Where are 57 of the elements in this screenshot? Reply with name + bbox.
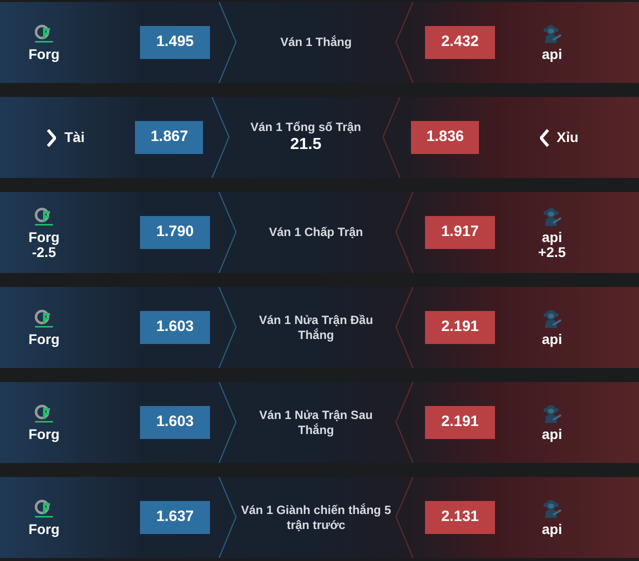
divider-chevron-icon — [394, 287, 414, 368]
market-title: Ván 1 Giành chiến thắng 5 trận trước — [240, 502, 392, 532]
monkey-icon — [542, 498, 562, 518]
team-name: Forg — [28, 330, 60, 346]
team-name: api — [542, 520, 562, 536]
market-title: Ván 1 Nửa Trận Đầu Thắng — [258, 312, 374, 342]
monkey-icon — [542, 24, 562, 44]
market-title: Ván 1 Tổng số Trận — [250, 120, 362, 135]
option-label: Tài — [64, 128, 85, 147]
home-odds-button[interactable]: 1.603 — [140, 406, 210, 439]
handicap-value: +2.5 — [538, 244, 566, 258]
divider-chevron-icon — [218, 477, 238, 558]
chevron-right-icon — [47, 128, 56, 146]
option-label: Xỉu — [556, 128, 578, 147]
frog-logo-icon — [33, 498, 55, 518]
market-title: Ván 1 Thắng — [280, 35, 352, 50]
divider-chevron-icon — [218, 192, 238, 273]
market-title: Ván 1 Chấp Trận — [268, 225, 364, 240]
monkey-icon — [542, 206, 562, 226]
divider-chevron-icon — [394, 2, 414, 83]
away-odds-button[interactable]: 2.131 — [425, 501, 495, 534]
divider-chevron-icon — [394, 477, 414, 558]
home-odds-button[interactable]: 1.790 — [140, 216, 210, 249]
frog-logo-icon — [33, 308, 55, 328]
divider-chevron-icon — [211, 97, 232, 178]
home-odds-button[interactable]: 1.603 — [140, 311, 210, 344]
team-name: api — [542, 228, 562, 244]
team-name: Forg — [28, 520, 60, 536]
team-name: api — [542, 426, 562, 442]
divider-chevron-icon — [394, 192, 414, 273]
monkey-icon — [542, 404, 562, 424]
team-name: api — [542, 46, 562, 62]
divider-chevron-icon — [394, 382, 414, 463]
frog-logo-icon — [33, 206, 55, 226]
home-odds-button[interactable]: 1.637 — [140, 501, 210, 534]
divider-chevron-icon — [218, 287, 238, 368]
away-odds-button[interactable]: 1.917 — [425, 216, 495, 249]
frog-logo-icon — [33, 24, 55, 44]
away-odds-button[interactable]: 1.836 — [411, 121, 479, 154]
divider-chevron-icon — [218, 2, 238, 83]
monkey-icon — [542, 308, 562, 328]
market-title: Ván 1 Nửa Trận Sau Thắng — [258, 408, 374, 438]
home-odds-button[interactable]: 1.495 — [140, 26, 210, 59]
divider-chevron-icon — [381, 97, 402, 178]
team-name: Forg — [28, 228, 60, 244]
chevron-left-icon — [540, 128, 549, 146]
home-odds-button[interactable]: 1.867 — [135, 121, 204, 154]
divider-chevron-icon — [218, 382, 238, 463]
frog-logo-icon — [33, 404, 55, 424]
total-line: 21.5 — [290, 135, 322, 155]
team-name: api — [542, 330, 562, 346]
away-odds-button[interactable]: 2.191 — [425, 311, 495, 344]
handicap-value: -2.5 — [32, 244, 56, 258]
team-name: Forg — [28, 46, 60, 62]
away-odds-button[interactable]: 2.191 — [425, 406, 495, 439]
team-name: Forg — [28, 426, 60, 442]
away-odds-button[interactable]: 2.432 — [425, 26, 495, 59]
